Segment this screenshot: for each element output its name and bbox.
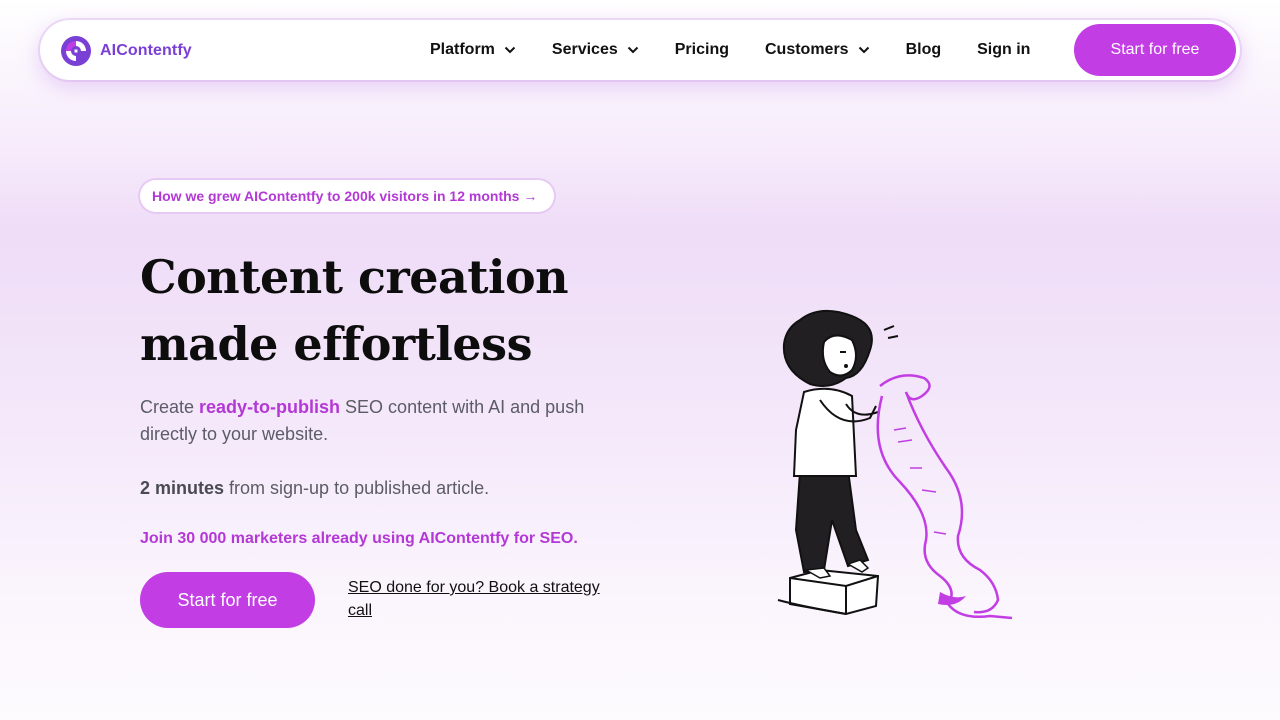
start-for-free-header-button[interactable]: Start for free	[1074, 24, 1236, 76]
nav-pricing-label: Pricing	[674, 41, 729, 58]
main-menu: Platform Services Pricing Customers Blog…	[430, 20, 1066, 80]
speed-claim-bold: 2 minutes	[140, 478, 225, 498]
nav-blog[interactable]: Blog	[906, 41, 942, 59]
speed-claim-rest: from sign-up to published article.	[224, 478, 490, 498]
nav-customers[interactable]: Customers	[765, 41, 870, 59]
start-for-free-hero-button[interactable]: Start for free	[140, 572, 315, 628]
brand-logo[interactable]: AIContentfy	[60, 35, 192, 67]
nav-services-label: Services	[551, 41, 618, 58]
aicontentfy-logo-icon	[61, 36, 91, 66]
chevron-down-icon	[858, 46, 869, 54]
top-navigation-bar: AIContentfy Platform Services Pricing Cu…	[40, 20, 1240, 80]
chevron-down-icon	[504, 46, 516, 54]
nav-sign-in[interactable]: Sign in	[977, 41, 1030, 59]
lead-prefix: Create	[140, 397, 200, 417]
nav-sign-in-label: Sign in	[977, 41, 1031, 58]
book-strategy-call-link[interactable]: SEO done for you? Book a strategy call	[348, 576, 628, 622]
lead-highlight: ready-to-publish	[199, 397, 341, 417]
nav-blog-label: Blog	[905, 41, 942, 58]
brand-name: AIContentfy	[100, 42, 192, 59]
nav-services[interactable]: Services	[552, 41, 639, 59]
announcement-link[interactable]: How we grew AIContentfy to 200k visitors…	[140, 180, 554, 212]
nav-platform-label: Platform	[430, 41, 495, 58]
hero-lead: Create ready-to-publish SEO content with…	[140, 394, 630, 448]
nav-platform[interactable]: Platform	[430, 41, 516, 59]
woman-reading-scroll-illustration	[777, 309, 1013, 620]
nav-pricing[interactable]: Pricing	[675, 41, 729, 59]
social-proof: Join 30 000 marketers already using AICo…	[140, 530, 578, 547]
speed-claim: 2 minutes from sign-up to published arti…	[140, 475, 489, 502]
nav-customers-label: Customers	[764, 41, 849, 58]
chevron-down-icon	[627, 46, 638, 54]
hero-headline: Content creation made effortless	[140, 250, 569, 371]
